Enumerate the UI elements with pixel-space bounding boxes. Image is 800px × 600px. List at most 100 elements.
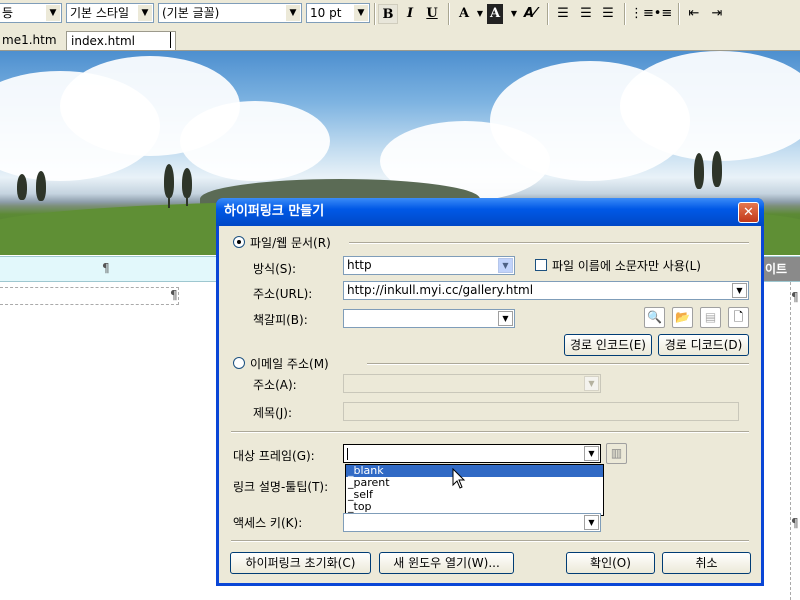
reset-hyperlink-button[interactable]: 하이퍼링크 초기화(C) <box>230 552 371 574</box>
url-input[interactable]: http://inkull.myi.cc/gallery.html ▼ <box>343 281 749 300</box>
path-decode-button[interactable]: 경로 디코드(D) <box>658 334 749 356</box>
chevron-down-icon: ▼ <box>584 515 599 530</box>
chevron-down-icon: ▼ <box>286 5 300 21</box>
dialog-body: 파일/웹 문서(R) 방식(S): http ▼ 파일 이름에 소문자만 사용(… <box>219 226 761 583</box>
tree <box>17 174 27 200</box>
toolbar-separator <box>624 3 626 25</box>
italic-button[interactable]: I <box>400 4 420 24</box>
method-label: 방식(S): <box>253 262 297 276</box>
frame-picker-icon[interactable]: ▥ <box>606 443 627 464</box>
target-option-top[interactable]: _top <box>346 501 603 513</box>
chevron-down-icon: ▼ <box>732 283 747 298</box>
table-cell-outline: ¶ ¶ <box>790 282 800 600</box>
highlight-color-button[interactable]: A <box>487 4 503 24</box>
chevron-down-icon: ▼ <box>138 5 152 21</box>
method-select[interactable]: http ▼ <box>343 256 515 275</box>
font-size-combo[interactable]: 10 pt ▼ <box>306 3 370 23</box>
paragraph-style-combo[interactable]: 등 ▼ <box>0 3 62 23</box>
tree-trunk <box>186 196 188 206</box>
paragraph-mark: ¶ <box>791 290 799 304</box>
section-divider <box>231 431 749 433</box>
target-frame-label: 대상 프레임(G): <box>233 449 315 463</box>
email-subject-input <box>343 402 739 421</box>
format-toolbar: 등 ▼ 기본 스타일 ▼ (기본 글꼴) ▼ 10 pt ▼ B I U A ▼… <box>0 0 800 29</box>
table-cell-outline: ¶ <box>0 287 179 305</box>
text-caret <box>347 447 348 460</box>
paragraph-mark: ¶ <box>791 516 799 530</box>
target-frame-combo[interactable]: ▼ <box>343 444 601 463</box>
tree <box>694 153 704 189</box>
method-value: http <box>347 258 372 272</box>
file-web-radio[interactable] <box>233 236 245 248</box>
close-icon[interactable]: ✕ <box>738 202 759 223</box>
chevron-down-icon: ▼ <box>498 311 513 326</box>
chevron-down-icon: ▼ <box>46 5 60 21</box>
toolbar-separator <box>547 3 549 25</box>
dialog-titlebar[interactable]: 하이퍼링크 만들기 ✕ <box>216 198 764 226</box>
chevron-down-icon: ▼ <box>354 5 368 21</box>
chevron-down-icon: ▼ <box>498 258 513 273</box>
section-divider <box>367 363 749 365</box>
file-web-label: 파일/웹 문서(R) <box>250 236 331 250</box>
email-address-select: ▼ <box>343 374 601 393</box>
font-size-value: 10 pt <box>310 6 342 20</box>
font-combo[interactable]: (기본 글꼴) ▼ <box>158 3 302 23</box>
browse-file-icon[interactable]: 🔍 <box>644 307 665 328</box>
tree <box>182 168 192 198</box>
numbered-list-icon[interactable]: ⋮≡ <box>630 4 654 24</box>
style-combo[interactable]: 기본 스타일 ▼ <box>66 3 154 23</box>
preview-disabled-icon: ▤ <box>700 307 721 328</box>
bookmark-label: 책갈피(B): <box>253 313 308 327</box>
indent-icon[interactable]: ⇥ <box>707 4 727 24</box>
lowercase-checkbox-label: 파일 이름에 소문자만 사용(L) <box>552 259 701 273</box>
align-center-icon[interactable]: ☰ <box>576 4 596 24</box>
email-radio[interactable] <box>233 357 245 369</box>
paragraph-mark: ¶ <box>102 261 110 275</box>
toolbar-separator <box>448 3 450 25</box>
open-folder-icon[interactable]: 📂 <box>672 307 693 328</box>
outdent-icon[interactable]: ⇤ <box>684 4 704 24</box>
url-value: http://inkull.myi.cc/gallery.html <box>347 283 534 297</box>
bookmark-select[interactable]: ▼ <box>343 309 515 328</box>
underline-button[interactable]: U <box>422 4 442 24</box>
cancel-button[interactable]: 취소 <box>662 552 751 574</box>
hyperlink-dialog: 하이퍼링크 만들기 ✕ 파일/웹 문서(R) 방식(S): http ▼ 파일 … <box>216 198 764 586</box>
ok-button[interactable]: 확인(O) <box>566 552 655 574</box>
chevron-down-icon: ▼ <box>584 376 599 391</box>
chevron-down-icon[interactable]: ▼ <box>584 446 599 461</box>
tab-divider <box>170 32 171 48</box>
new-document-icon[interactable]: 🗋 <box>728 307 749 328</box>
access-key-select[interactable]: ▼ <box>343 513 601 532</box>
align-right-icon[interactable]: ☰ <box>598 4 618 24</box>
lowercase-checkbox[interactable] <box>535 259 547 271</box>
target-option-parent[interactable]: _parent <box>346 477 603 489</box>
tooltip-label: 링크 설명-툴팁(T): <box>233 480 329 494</box>
bold-button[interactable]: B <box>378 4 398 24</box>
url-label: 주소(URL): <box>253 287 313 301</box>
tree <box>36 171 46 201</box>
tree-trunk <box>168 196 170 208</box>
strip-right-label: 이트 <box>762 257 800 281</box>
font-combo-value: (기본 글꼴) <box>162 6 220 20</box>
bulleted-list-icon[interactable]: •≡ <box>653 4 673 24</box>
access-key-label: 액세스 키(K): <box>233 516 303 530</box>
tab-index[interactable]: index.html <box>66 31 176 50</box>
toolbar-separator <box>374 3 376 25</box>
target-frame-options[interactable]: _blank _parent _self _top <box>345 464 604 516</box>
section-divider <box>231 540 749 542</box>
target-option-self[interactable]: _self <box>346 489 603 501</box>
email-subject-label: 제목(J): <box>253 406 293 420</box>
align-left-icon[interactable]: ☰ <box>553 4 573 24</box>
cloud <box>180 101 330 181</box>
document-tabs: me1.htm index.html <box>0 28 800 51</box>
clear-format-icon[interactable]: A⁄ <box>520 4 540 24</box>
path-encode-button[interactable]: 경로 인코드(E) <box>564 334 652 356</box>
new-window-button[interactable]: 새 윈도우 열기(W)... <box>379 552 514 574</box>
section-divider <box>349 242 749 244</box>
mouse-cursor-icon <box>452 468 466 489</box>
dialog-title: 하이퍼링크 만들기 <box>224 204 325 219</box>
tree <box>164 164 174 198</box>
tab-me1[interactable]: me1.htm <box>0 31 61 49</box>
paragraph-style-value: 등 <box>2 6 14 20</box>
email-label: 이메일 주소(M) <box>250 357 329 371</box>
